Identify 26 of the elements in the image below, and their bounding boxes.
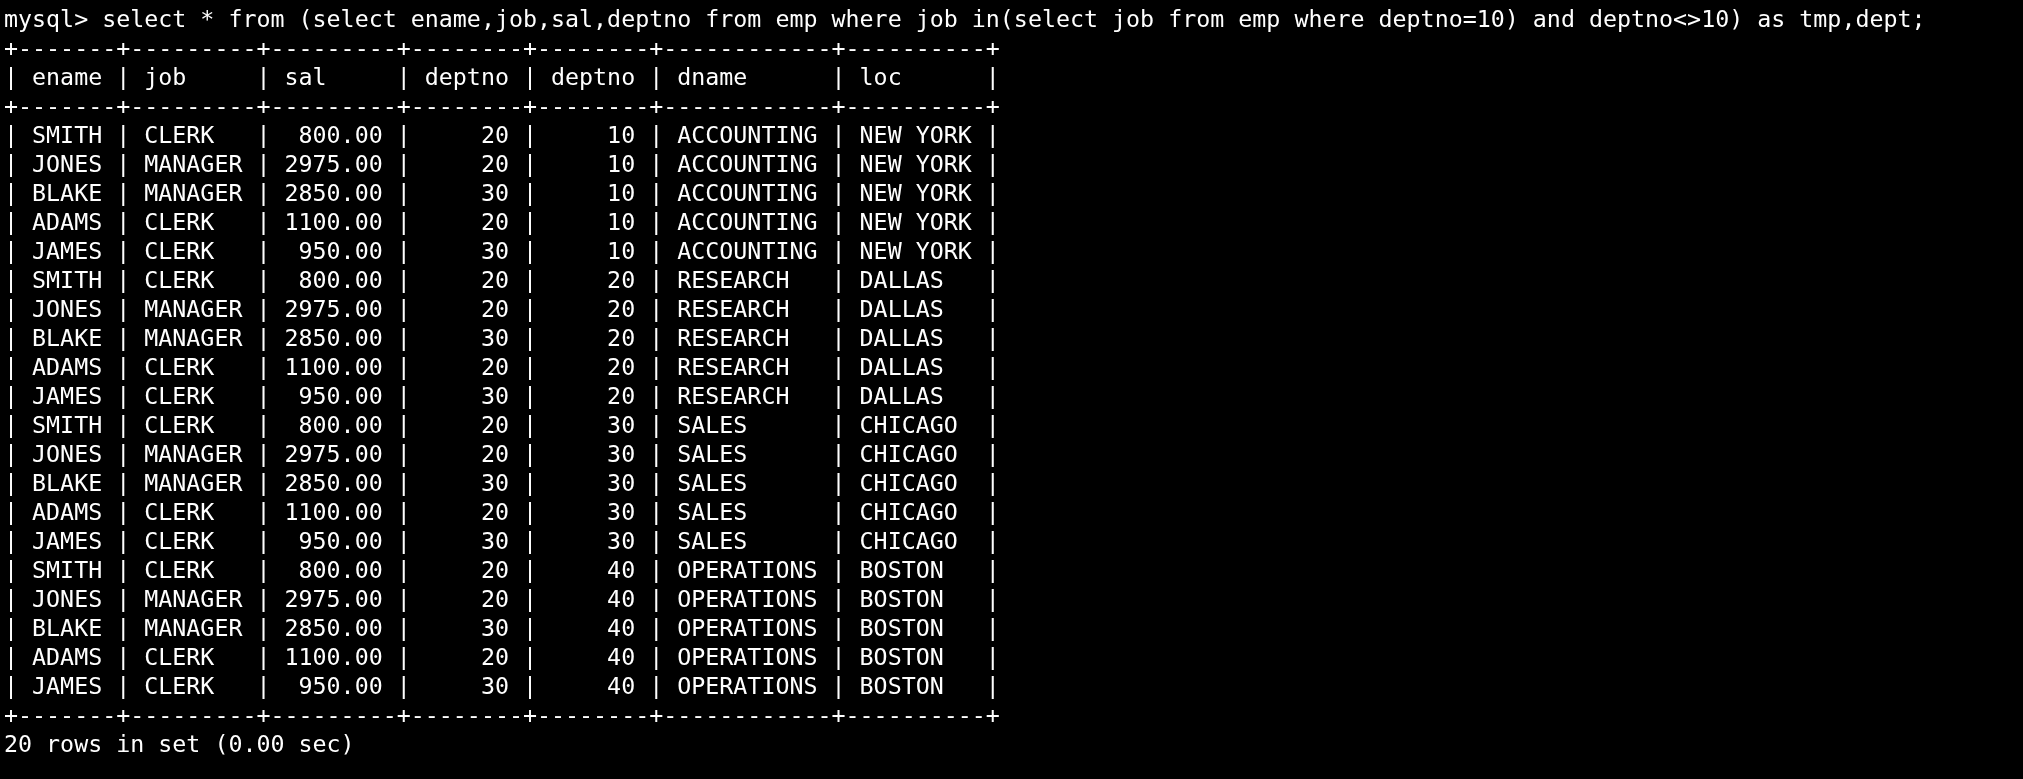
terminal-line: | JAMES | CLERK | 950.00 | 30 | 10 | ACCOUNTING | NEW YORK |: [4, 236, 1000, 265]
terminal-line: | ADAMS | CLERK | 1100.00 | 20 | 20 | RESEARCH | DALLAS |: [4, 352, 1000, 381]
terminal-line: +-------+---------+---------+--------+--------+------------+----------+: [4, 33, 1000, 62]
terminal-line: | JAMES | CLERK | 950.00 | 30 | 20 | RESEARCH | DALLAS |: [4, 381, 1000, 410]
terminal-line: | ADAMS | CLERK | 1100.00 | 20 | 30 | SALES | CHICAGO |: [4, 497, 1000, 526]
terminal-line: | ADAMS | CLERK | 1100.00 | 20 | 10 | ACCOUNTING | NEW YORK |: [4, 207, 1000, 236]
result-summary: 20 rows in set (0.00 sec): [4, 729, 355, 758]
terminal-line: | SMITH | CLERK | 800.00 | 20 | 30 | SALES | CHICAGO |: [4, 410, 1000, 439]
terminal-line: | JAMES | CLERK | 950.00 | 30 | 30 | SALES | CHICAGO |: [4, 526, 1000, 555]
terminal-line: | BLAKE | MANAGER | 2850.00 | 30 | 30 | SALES | CHICAGO |: [4, 468, 1000, 497]
terminal-line: | JONES | MANAGER | 2975.00 | 20 | 40 | OPERATIONS | BOSTON |: [4, 584, 1000, 613]
terminal-line: +-------+---------+---------+--------+--------+------------+----------+: [4, 700, 1000, 729]
terminal-line: | JONES | MANAGER | 2975.00 | 20 | 30 | SALES | CHICAGO |: [4, 439, 1000, 468]
terminal-line: | SMITH | CLERK | 800.00 | 20 | 20 | RESEARCH | DALLAS |: [4, 265, 1000, 294]
terminal-line: | BLAKE | MANAGER | 2850.00 | 30 | 40 | OPERATIONS | BOSTON |: [4, 613, 1000, 642]
command-line: mysql> select * from (select ename,job,sal,deptno from emp where job in(select job from emp where deptno=10) and deptno<>10) as tmp,dept;: [4, 4, 1926, 33]
terminal-line: | BLAKE | MANAGER | 2850.00 | 30 | 10 | ACCOUNTING | NEW YORK |: [4, 178, 1000, 207]
terminal-line: | ename | job | sal | deptno | deptno | dname | loc |: [4, 62, 1000, 91]
terminal-line: +-------+---------+---------+--------+--------+------------+----------+: [4, 91, 1000, 120]
terminal-line: | BLAKE | MANAGER | 2850.00 | 30 | 20 | RESEARCH | DALLAS |: [4, 323, 1000, 352]
terminal-line: | SMITH | CLERK | 800.00 | 20 | 40 | OPERATIONS | BOSTON |: [4, 555, 1000, 584]
terminal-line: | JONES | MANAGER | 2975.00 | 20 | 20 | RESEARCH | DALLAS |: [4, 294, 1000, 323]
terminal-line: | JONES | MANAGER | 2975.00 | 20 | 10 | ACCOUNTING | NEW YORK |: [4, 149, 1000, 178]
terminal-line: | SMITH | CLERK | 800.00 | 20 | 10 | ACCOUNTING | NEW YORK |: [4, 120, 1000, 149]
terminal-line: | ADAMS | CLERK | 1100.00 | 20 | 40 | OPERATIONS | BOSTON |: [4, 642, 1000, 671]
terminal-line: | JAMES | CLERK | 950.00 | 30 | 40 | OPERATIONS | BOSTON |: [4, 671, 1000, 700]
